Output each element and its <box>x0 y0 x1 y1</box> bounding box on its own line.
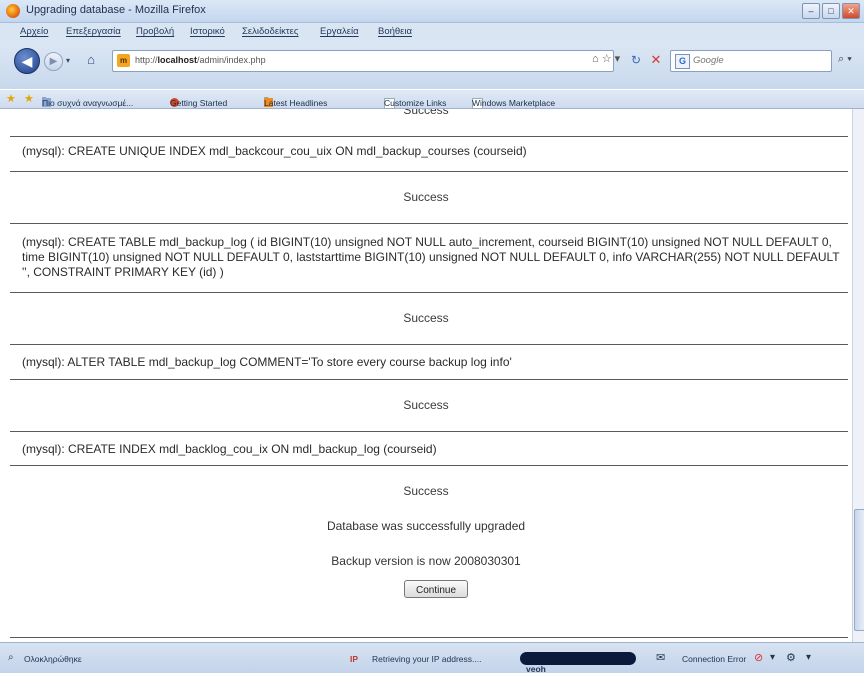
divider <box>10 637 848 638</box>
url-bar-icons: ⌂ ☆ ▾ <box>592 52 620 65</box>
smart-bookmark-icon[interactable]: ★ <box>24 92 34 105</box>
menu-bookmarks[interactable]: Σελιδοδείκτες <box>242 26 299 37</box>
divider <box>10 223 848 224</box>
error-icon[interactable]: ⊘ <box>754 651 763 664</box>
connection-status-text: Connection Error <box>682 654 747 664</box>
menu-edit[interactable]: Επεξεργασία <box>66 26 121 37</box>
bookmarks-toolbar: ★ ★ Πιο συχνά αναγνωσμέ... ▾ Getting Sta… <box>0 90 864 109</box>
search-placeholder: Google <box>693 55 724 66</box>
status-success: Success <box>403 484 449 498</box>
firefox-icon <box>6 4 20 18</box>
divider <box>10 379 848 380</box>
bookmark-star-icon[interactable]: ☆ <box>602 53 612 65</box>
divider <box>10 431 848 432</box>
sql-statement: (mysql): CREATE UNIQUE INDEX mdl_backcou… <box>22 144 527 158</box>
reload-icon[interactable]: ↻ <box>628 51 644 69</box>
addon-menu-icon[interactable]: ▾ <box>770 652 775 663</box>
addon-dropdown-icon[interactable]: ▾ <box>806 652 811 663</box>
search-icon[interactable]: ⌕ ▾ <box>838 53 852 66</box>
status-success-partial: Success <box>403 109 449 117</box>
divider <box>10 136 848 137</box>
upgrade-message: Database was successfully upgraded <box>326 519 526 533</box>
window-titlebar: Upgrading database - Mozilla Firefox – □… <box>0 0 864 23</box>
status-success: Success <box>403 311 449 325</box>
scrollbar-thumb[interactable] <box>854 509 864 631</box>
address-url: http://localhost/admin/index.php <box>135 55 266 65</box>
divider <box>10 292 848 293</box>
minimize-button[interactable]: – <box>802 3 820 19</box>
status-success: Success <box>403 190 449 204</box>
menu-help[interactable]: Βοήθεια <box>378 26 412 37</box>
divider <box>10 344 848 345</box>
sql-statement: (mysql): CREATE INDEX mdl_backlog_cou_ix… <box>22 442 437 456</box>
ip-status-text: Retrieving your IP address.... <box>372 654 482 664</box>
status-bar: ⌕ Ολοκληρώθηκε IP Retrieving your IP add… <box>0 642 864 674</box>
menu-tools[interactable]: Εργαλεία <box>320 26 359 37</box>
sql-statement: (mysql): CREATE TABLE mdl_backup_log ( i… <box>22 235 840 279</box>
ip-addon-icon[interactable]: IP <box>350 654 358 664</box>
status-search-icon[interactable]: ⌕ <box>8 652 14 663</box>
mail-icon[interactable]: ✉ <box>656 651 665 664</box>
sql-statement: (mysql): ALTER TABLE mdl_backup_log COMM… <box>22 355 512 369</box>
veoh-addon[interactable]: veoh <box>520 652 636 674</box>
menu-bar: Αρχείο Επεξεργασία Προβολή Ιστορικό Σελι… <box>0 23 864 41</box>
window-title: Upgrading database - Mozilla Firefox <box>26 4 206 16</box>
menu-file[interactable]: Αρχείο <box>20 26 48 37</box>
close-window-button[interactable]: ✕ <box>842 3 860 19</box>
stop-icon[interactable]: ✕ <box>648 51 664 69</box>
divider <box>10 171 848 172</box>
history-dropdown-icon[interactable]: ▾ <box>66 56 70 65</box>
version-message: Backup version is now 2008030301 <box>331 554 521 568</box>
site-favicon: m <box>117 54 130 67</box>
site-identity-icon[interactable]: ⌂ <box>592 53 599 65</box>
home-icon[interactable]: ⌂ <box>82 52 100 68</box>
search-input[interactable]: G Google <box>670 50 832 72</box>
maximize-button[interactable]: □ <box>822 3 840 19</box>
window-controls: – □ ✕ <box>802 3 860 19</box>
forward-button[interactable]: ▶ <box>44 52 63 71</box>
continue-button[interactable]: Continue <box>404 580 468 598</box>
vertical-scrollbar[interactable] <box>852 109 864 642</box>
search-engine-icon[interactable]: G <box>675 54 690 69</box>
url-dropdown-icon[interactable]: ▾ <box>615 53 621 65</box>
address-bar[interactable]: m http://localhost/admin/index.php <box>112 50 614 72</box>
puzzle-addon-icon[interactable]: ⚙ <box>786 651 796 664</box>
status-success: Success <box>403 398 449 412</box>
menu-view[interactable]: Προβολή <box>136 26 174 37</box>
menu-history[interactable]: Ιστορικό <box>190 26 225 37</box>
bookmark-latest-headlines[interactable]: Latest Headlines ▾ <box>264 94 327 108</box>
back-button[interactable]: ◀ <box>14 48 40 74</box>
divider <box>10 465 848 466</box>
status-text: Ολοκληρώθηκε <box>24 654 82 664</box>
bookmark-most-visited[interactable]: Πιο συχνά αναγνωσμέ... ▾ <box>42 94 133 108</box>
bookmark-star-icon[interactable]: ★ <box>6 92 16 105</box>
page-content: Success (mysql): CREATE UNIQUE INDEX mdl… <box>0 109 852 642</box>
